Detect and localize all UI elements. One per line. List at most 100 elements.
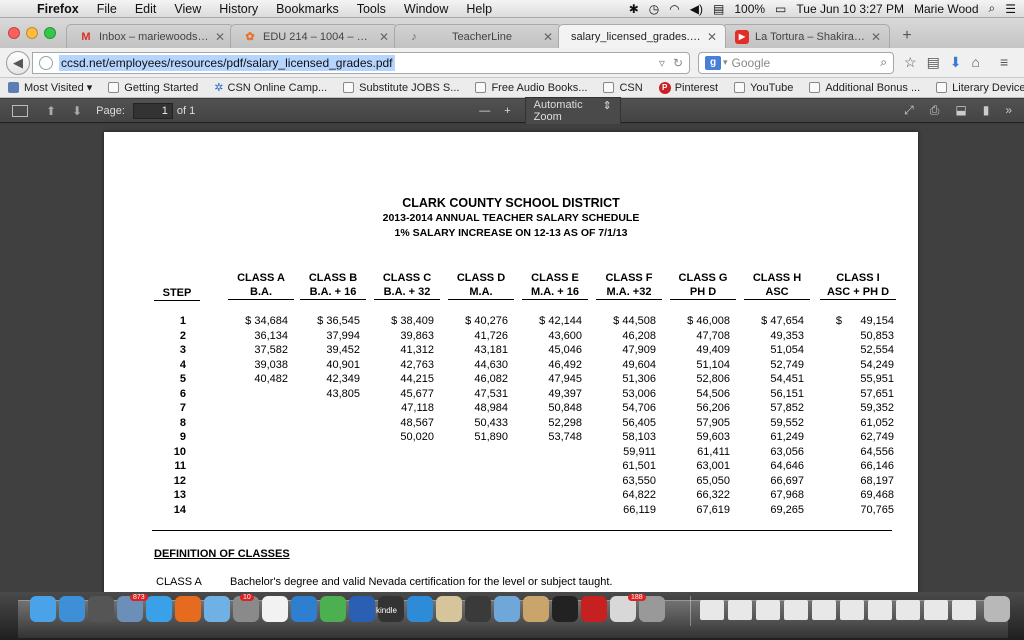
page-number-input[interactable]: 1 <box>132 102 173 119</box>
tab-youtube-la-tortura[interactable]: ▶ La Tortura – Shakira [Lyric... ✕ <box>722 24 890 48</box>
download-icon[interactable]: ⬓ <box>955 103 966 118</box>
facetime-icon[interactable] <box>465 596 491 622</box>
iphoto-icon[interactable] <box>494 596 520 622</box>
preview-icon[interactable] <box>436 596 462 622</box>
app-menu[interactable]: Firefox <box>28 2 88 16</box>
safari-icon[interactable] <box>59 596 85 622</box>
site-identity-icon[interactable] <box>39 55 53 70</box>
url-bar[interactable]: ccsd.net/employees/resources/pdf/salary_… <box>32 51 690 74</box>
presentation-mode-icon[interactable]: ⤢ <box>904 103 914 118</box>
close-tab-icon[interactable]: ✕ <box>215 30 225 44</box>
word-icon[interactable] <box>349 596 375 622</box>
tab-edu-214[interactable]: ✿ EDU 214 – 1004 – 1005 S... ✕ <box>230 24 398 48</box>
minimized-window-thumbnail[interactable] <box>784 600 808 620</box>
chrome-icon[interactable] <box>320 596 346 622</box>
minimized-window-thumbnail[interactable] <box>952 600 976 620</box>
search-bar[interactable]: g ▾ Google ⌕ <box>698 51 894 74</box>
tools-overflow-icon[interactable]: » <box>1005 103 1012 118</box>
bookmark-getting-started[interactable]: Getting Started <box>108 82 198 94</box>
launchpad-icon[interactable] <box>88 596 114 622</box>
bookmark-literary-devices[interactable]: Literary Devices |... <box>936 82 1024 94</box>
pdf-viewer[interactable]: CLARK COUNTY SCHOOL DISTRICT 2013-2014 A… <box>0 124 1024 592</box>
terminal-icon[interactable] <box>552 596 578 622</box>
menu-view[interactable]: View <box>165 2 210 16</box>
dropdown-arrow-icon[interactable]: ▿ <box>659 56 665 70</box>
google-engine-icon[interactable]: g <box>705 55 721 70</box>
close-tab-icon[interactable]: ✕ <box>543 30 553 44</box>
acrobat-icon[interactable] <box>581 596 607 622</box>
wifi-icon[interactable]: ◠ <box>669 2 679 16</box>
itunes-icon[interactable] <box>204 596 230 622</box>
bookmark-most-visited[interactable]: Most Visited ▾ <box>8 81 92 94</box>
bookmark-csn[interactable]: CSN <box>603 82 643 94</box>
trash-icon[interactable] <box>984 596 1010 622</box>
bookmark-view-icon[interactable]: ▮ <box>983 103 990 118</box>
home-icon[interactable]: ⌂ <box>972 54 980 71</box>
menu-edit[interactable]: Edit <box>126 2 166 16</box>
zoom-select[interactable]: Automatic Zoom ⇕ <box>524 96 621 125</box>
menu-window[interactable]: Window <box>395 2 457 16</box>
user-name[interactable]: Marie Wood <box>914 2 978 16</box>
app-store-icon[interactable] <box>146 596 172 622</box>
downloads-icon[interactable]: ⬇ <box>950 54 962 71</box>
battery-percent[interactable]: 100% <box>734 2 765 16</box>
engine-dropdown-icon[interactable]: ▾ <box>723 57 728 68</box>
tab-gmail-inbox[interactable]: M Inbox – mariewoodsoc@g... ✕ <box>66 24 234 48</box>
sidebar-toggle-icon[interactable] <box>12 104 28 117</box>
zoom-out-button[interactable]: — <box>479 105 490 117</box>
minimized-window-thumbnail[interactable] <box>700 600 724 620</box>
music-icon[interactable] <box>291 596 317 622</box>
minimized-window-thumbnail[interactable] <box>868 600 892 620</box>
calendar-icon[interactable] <box>262 596 288 622</box>
flag-icon[interactable]: ▤ <box>713 2 724 16</box>
zoom-in-button[interactable]: + <box>504 105 510 117</box>
tab-teacherline[interactable]: ♪ TeacherLine ✕ <box>394 24 562 48</box>
zoom-window-button[interactable] <box>44 27 56 39</box>
minimized-window-thumbnail[interactable] <box>728 600 752 620</box>
bookmark-star-icon[interactable]: ☆ <box>904 54 917 71</box>
firefox-icon[interactable] <box>175 596 201 622</box>
menu-help[interactable]: Help <box>457 2 501 16</box>
previous-page-icon[interactable]: ⬆ <box>46 104 56 118</box>
menu-history[interactable]: History <box>210 2 267 16</box>
next-page-icon[interactable]: ⬇ <box>72 104 82 118</box>
minimized-window-thumbnail[interactable] <box>896 600 920 620</box>
back-button[interactable]: ◀ <box>6 50 30 75</box>
bookmark-additional-bonus[interactable]: Additional Bonus ... <box>809 82 920 94</box>
bookmark-pinterest[interactable]: P Pinterest <box>658 81 718 94</box>
search-icon[interactable]: ⌕ <box>880 55 887 70</box>
minimized-window-thumbnail[interactable] <box>840 600 864 620</box>
salary-cell: 55,951 <box>860 373 894 385</box>
new-tab-button[interactable]: + <box>894 24 920 48</box>
minimized-window-thumbnail[interactable] <box>924 600 948 620</box>
url-text[interactable]: ccsd.net/employees/resources/pdf/salary_… <box>59 54 395 71</box>
tab-salary-pdf[interactable]: salary_licensed_grades.pdf ✕ <box>558 24 726 48</box>
volume-icon[interactable]: ◀) <box>690 2 703 16</box>
close-tab-icon[interactable]: ✕ <box>707 30 717 44</box>
close-tab-icon[interactable]: ✕ <box>871 30 881 44</box>
minimized-window-thumbnail[interactable] <box>756 600 780 620</box>
time-machine-icon[interactable]: ◷ <box>649 2 659 16</box>
close-tab-icon[interactable]: ✕ <box>379 30 389 44</box>
reload-icon[interactable]: ↻ <box>673 56 683 70</box>
minimize-window-button[interactable] <box>26 27 38 39</box>
bluetooth-icon[interactable]: ✱ <box>629 2 639 16</box>
bookmark-substitute-jobs[interactable]: Substitute JOBS S... <box>343 82 459 94</box>
contacts-icon[interactable] <box>523 596 549 622</box>
browser-icon[interactable] <box>407 596 433 622</box>
menu-tools[interactable]: Tools <box>348 2 395 16</box>
minimized-window-thumbnail[interactable] <box>812 600 836 620</box>
menu-bookmarks[interactable]: Bookmarks <box>267 2 348 16</box>
spotlight-icon[interactable]: ⌕ <box>989 1 996 16</box>
notification-center-icon[interactable]: ☰ <box>1005 2 1016 16</box>
bookmark-csn-online[interactable]: ✲ CSN Online Camp... <box>214 81 327 95</box>
finder-icon[interactable] <box>30 596 56 622</box>
bookmark-youtube[interactable]: YouTube <box>734 82 793 94</box>
bookmark-free-audio-books[interactable]: Free Audio Books... <box>475 82 587 94</box>
menu-icon[interactable]: ≡ <box>1000 54 1008 71</box>
clock[interactable]: Tue Jun 10 3:27 PM <box>796 2 904 16</box>
menu-file[interactable]: File <box>88 2 126 16</box>
print-icon[interactable]: ⎙ <box>930 103 940 118</box>
close-window-button[interactable] <box>8 27 20 39</box>
reading-list-icon[interactable]: ▤ <box>927 54 940 71</box>
